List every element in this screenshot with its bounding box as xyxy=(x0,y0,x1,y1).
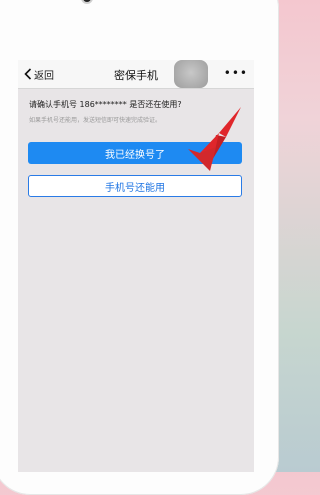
pointer-arrow-icon xyxy=(188,107,241,171)
still-usable-button[interactable]: 手机号还能用 xyxy=(28,175,242,197)
avatar xyxy=(174,60,208,88)
confirm-question: 请确认手机号 186******** 是否还在使用? xyxy=(29,100,182,109)
app-screen: 返回 密保手机 ••• 请确认手机号 186******** 是否还在使用? 如… xyxy=(18,60,254,472)
more-icon[interactable]: ••• xyxy=(224,66,248,80)
hint-text: 如果手机号还能用，发送短信即可快速完成验证。 xyxy=(29,117,162,124)
page-title: 密保手机 xyxy=(114,69,158,82)
front-camera xyxy=(83,0,91,2)
changed-number-button[interactable]: 我已经换号了 xyxy=(28,142,242,164)
navigation-bar: 返回 密保手机 ••• xyxy=(18,60,254,89)
